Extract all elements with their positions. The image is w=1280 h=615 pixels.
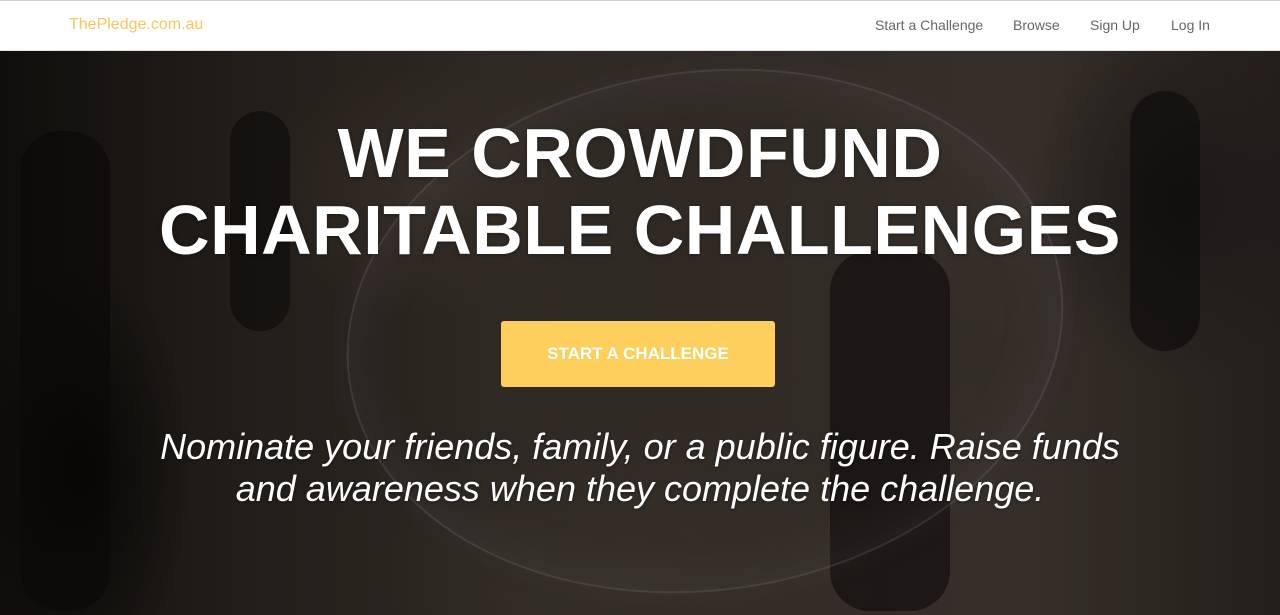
tagline-line-2: and awareness when they complete the cha… bbox=[235, 468, 1045, 509]
nav-browse-link[interactable]: Browse bbox=[1013, 17, 1060, 33]
headline-line-2: CHARITABLE CHALLENGES bbox=[159, 191, 1121, 269]
tagline-line-1: Nominate your friends, family, or a publ… bbox=[160, 426, 1120, 467]
top-navbar: ThePledge.com.au Start a Challenge Brows… bbox=[0, 0, 1280, 51]
nav-sign-up-link[interactable]: Sign Up bbox=[1090, 17, 1140, 33]
hero-tagline: Nominate your friends, family, or a publ… bbox=[0, 426, 1280, 510]
hero-headline: WE CROWDFUND CHARITABLE CHALLENGES bbox=[0, 115, 1280, 269]
hero-section: WE CROWDFUND CHARITABLE CHALLENGES START… bbox=[0, 51, 1280, 615]
brand-logo-link[interactable]: ThePledge.com.au bbox=[69, 16, 203, 34]
start-challenge-button[interactable]: START A CHALLENGE bbox=[501, 321, 775, 387]
nav-log-in-link[interactable]: Log In bbox=[1171, 17, 1210, 33]
headline-line-1: WE CROWDFUND bbox=[337, 114, 943, 192]
nav-start-challenge-link[interactable]: Start a Challenge bbox=[875, 17, 983, 33]
